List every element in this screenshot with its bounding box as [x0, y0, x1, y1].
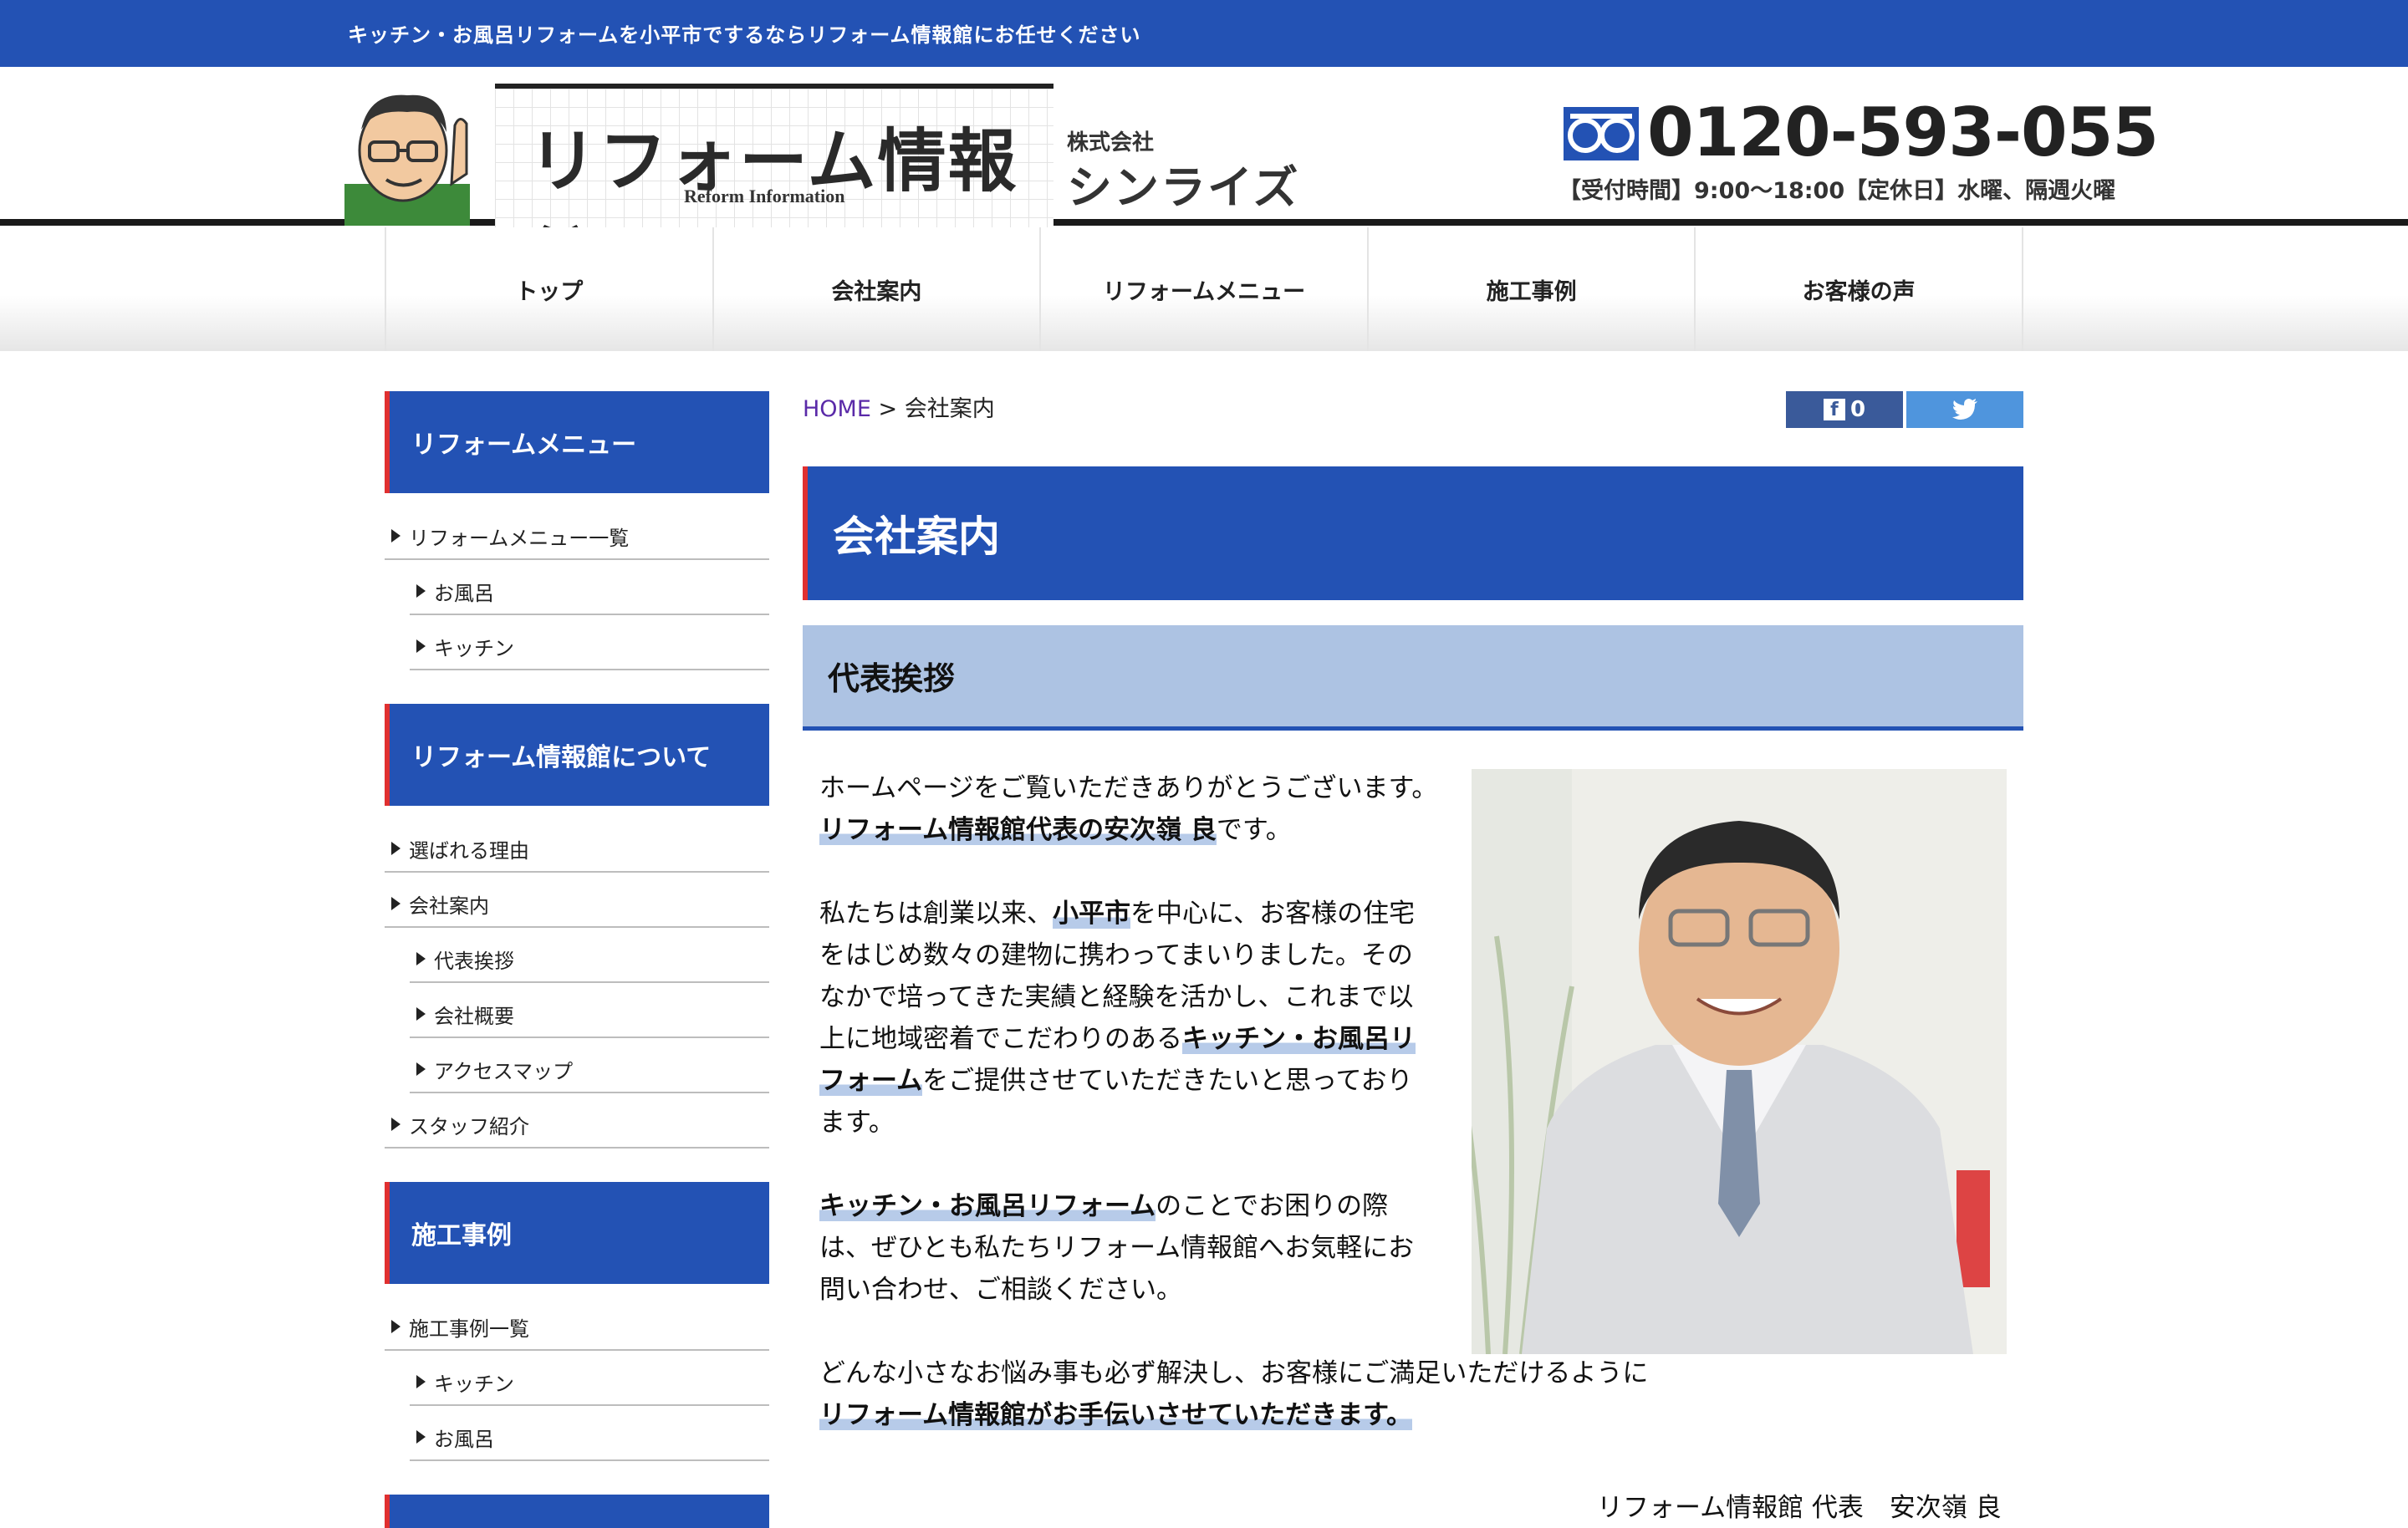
twitter-bird-icon [1952, 399, 1977, 420]
triangle-right-icon [391, 1320, 400, 1333]
triangle-right-icon [416, 952, 426, 965]
social-buttons: f0 [1786, 391, 2023, 428]
sidebar-item-kitchen[interactable]: キッチン [410, 615, 769, 670]
sidebar-item-staff[interactable]: スタッフ紹介 [385, 1093, 769, 1149]
sidebar-item-label: お風呂 [434, 1427, 494, 1451]
triangle-right-icon [391, 897, 400, 910]
sidebar-item-label: スタッフ紹介 [409, 1114, 529, 1138]
triangle-right-icon [416, 1430, 426, 1444]
mascot-illustration [344, 94, 470, 226]
sidebar-heading-reform-menu: リフォームメニュー [385, 391, 769, 493]
greeting-paragraph-4: どんな小さなお悩み事も必ず解決し、お客様にご満足いただけるように リフォーム情報館… [819, 1358, 1649, 1430]
triangle-right-icon [391, 1118, 400, 1131]
facebook-share-button[interactable]: f0 [1786, 391, 1903, 428]
company-name: シンライズ [1067, 161, 1300, 214]
sidebar-heading-about: リフォーム情報館について [385, 704, 769, 806]
freedial-icon [1564, 107, 1639, 160]
breadcrumb: HOME > 会社案内 [803, 391, 995, 428]
greeting-paragraph-2: 私たちは創業以来、小平市を中心に、お客様の住宅をはじめ数々の建物に携わってまいり… [819, 899, 1416, 1138]
triangle-right-icon [416, 639, 426, 653]
twitter-share-button[interactable] [1906, 391, 2023, 428]
nav-voices[interactable]: お客様の声 [1696, 227, 2023, 351]
sidebar-item-label: キッチン [434, 636, 514, 660]
sidebar-item-bath[interactable]: お風呂 [410, 560, 769, 615]
global-nav: トップ 会社案内 リフォームメニュー 施工事例 お客様の声 [0, 227, 2408, 351]
phone-number[interactable]: 0120-593-055 [1647, 94, 2159, 171]
triangle-right-icon [391, 529, 400, 542]
sidebar-item-reasons[interactable]: 選ばれる理由 [385, 817, 769, 873]
sidebar-item-greeting[interactable]: 代表挨拶 [410, 928, 769, 983]
sidebar-item-label: キッチン [434, 1372, 514, 1396]
nav-company[interactable]: 会社案内 [714, 227, 1042, 351]
breadcrumb-separator: > [870, 396, 905, 422]
breadcrumb-home-link[interactable]: HOME [803, 396, 871, 422]
sidebar-heading-works: 施工事例 [385, 1182, 769, 1284]
sidebar: リフォームメニュー リフォームメニュー一覧 お風呂 キッチン リフォーム情報館に… [385, 391, 769, 1528]
breadcrumb-current: 会社案内 [904, 396, 995, 422]
sidebar-item-label: 施工事例一覧 [409, 1317, 529, 1341]
nav-works[interactable]: 施工事例 [1369, 227, 1696, 351]
business-hours: 【受付時間】9:00〜18:00【定休日】水曜、隔週火曜 [1559, 178, 2116, 204]
logo-subtitle: Reform Information [684, 186, 845, 206]
sidebar-heading-next [385, 1495, 769, 1528]
sidebar-item-reform-list[interactable]: リフォームメニュー一覧 [385, 505, 769, 560]
nav-top[interactable]: トップ [386, 227, 714, 351]
sidebar-item-label: 会社案内 [409, 894, 489, 918]
greeting-paragraph-1: ホームページをご覧いただきありがとうございます。リフォーム情報館代表の安次嶺 良… [819, 773, 1438, 845]
top-banner-text: キッチン・お風呂リフォームを小平市でするならリフォーム情報館にお任せください [348, 23, 1141, 47]
representative-photo [1472, 769, 2007, 1354]
sidebar-item-label: 選ばれる理由 [409, 838, 529, 863]
sidebar-item-company[interactable]: 会社案内 [385, 873, 769, 928]
top-banner: キッチン・お風呂リフォームを小平市でするならリフォーム情報館にお任せください [0, 0, 2408, 67]
facebook-share-count: 0 [1849, 397, 1866, 422]
sidebar-item-works-list[interactable]: 施工事例一覧 [385, 1296, 769, 1351]
sidebar-item-overview[interactable]: 会社概要 [410, 983, 769, 1038]
greeting-text: ホームページをご覧いただきありがとうございます。リフォーム情報館代表の安次嶺 良… [819, 767, 1438, 1352]
sidebar-item-access[interactable]: アクセスマップ [410, 1038, 769, 1093]
sidebar-item-works-bath[interactable]: お風呂 [410, 1406, 769, 1461]
sidebar-item-works-kitchen[interactable]: キッチン [410, 1351, 769, 1406]
triangle-right-icon [416, 1007, 426, 1021]
triangle-right-icon [416, 584, 426, 598]
site-logo[interactable]: リフォーム情報館 Reform Information [495, 84, 1054, 301]
facebook-icon: f [1823, 399, 1845, 420]
sidebar-item-label: 代表挨拶 [434, 949, 514, 973]
triangle-right-icon [416, 1062, 426, 1076]
nav-reform-menu[interactable]: リフォームメニュー [1041, 227, 1369, 351]
sidebar-item-label: お風呂 [434, 581, 494, 605]
section-title-greeting: 代表挨拶 [803, 625, 2023, 731]
sidebar-item-label: リフォームメニュー一覧 [409, 526, 630, 550]
greeting-signature: リフォーム情報館 代表 安次嶺 良 [1597, 1493, 2002, 1523]
sidebar-item-label: 会社概要 [434, 1004, 514, 1028]
greeting-paragraph-3: キッチン・お風呂リフォームのことでお困りの際は、ぜひとも私たちリフォーム情報館へ… [819, 1191, 1415, 1305]
page-title: 会社案内 [803, 466, 2023, 600]
triangle-right-icon [416, 1375, 426, 1388]
sidebar-item-label: アクセスマップ [434, 1059, 574, 1083]
triangle-right-icon [391, 842, 400, 855]
